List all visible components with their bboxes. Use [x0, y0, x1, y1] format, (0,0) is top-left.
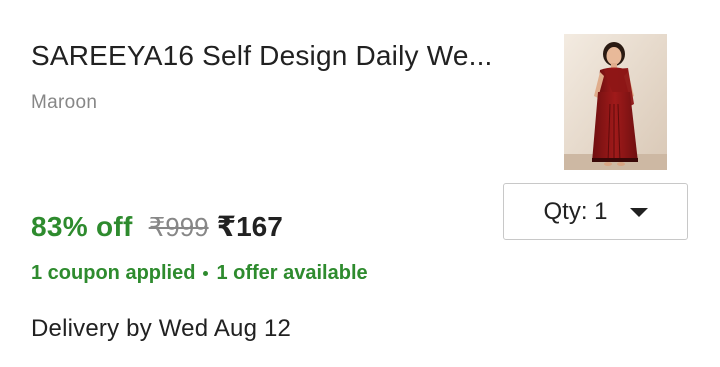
separator-dot-icon — [203, 271, 209, 276]
final-price: ₹167 — [216, 211, 283, 242]
product-variant: Maroon — [31, 92, 98, 113]
coupon-applied-text: 1 coupon applied — [31, 262, 196, 284]
saree-model-icon — [564, 34, 667, 170]
delivery-date: Delivery by Wed Aug 12 — [31, 315, 292, 342]
cart-item-card: SAREEYA16 Self Design Daily We... Maroon — [0, 0, 720, 367]
offer-available-text: 1 offer available — [216, 262, 368, 284]
quantity-label: Qty: 1 — [543, 197, 608, 225]
quantity-dropdown[interactable]: Qty: 1 — [503, 183, 688, 240]
price-row: 83% off ₹999 ₹167 — [31, 210, 283, 243]
original-price: ₹999 — [148, 212, 209, 242]
caret-down-icon — [629, 208, 648, 217]
product-title[interactable]: SAREEYA16 Self Design Daily We... — [31, 40, 493, 72]
product-image[interactable] — [564, 34, 667, 170]
offers-row[interactable]: 1 coupon applied 1 offer available — [31, 262, 368, 285]
discount-percent: 83% off — [31, 211, 133, 242]
